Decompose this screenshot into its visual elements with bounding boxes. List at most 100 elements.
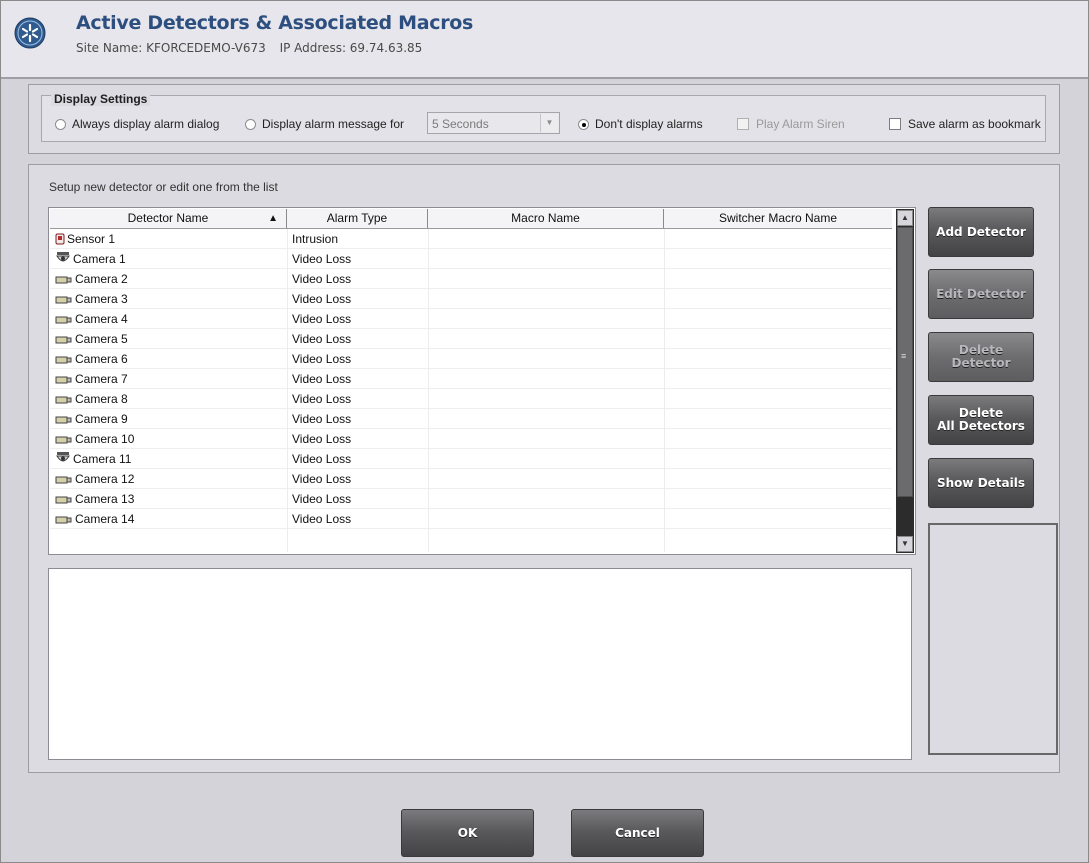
cell-detector-name: Camera 9 xyxy=(50,409,287,429)
display-settings-legend: Display Settings xyxy=(51,92,151,106)
show-details-button[interactable]: Show Details xyxy=(928,458,1034,508)
ip-address: IP Address: 69.74.63.85 xyxy=(279,41,423,55)
cell-detector-name: Camera 1 xyxy=(50,249,287,269)
edit-detector-button[interactable]: Edit Detector xyxy=(928,269,1034,319)
table-row[interactable]: Camera 3 Video Loss xyxy=(50,289,892,309)
camera-icon xyxy=(55,271,73,288)
sensor-icon xyxy=(55,231,65,248)
cell-macro-name xyxy=(428,349,664,369)
cancel-button[interactable]: Cancel xyxy=(571,809,704,857)
scroll-up-icon[interactable]: ▲ xyxy=(897,210,913,226)
table-row[interactable]: Camera 6 Video Loss xyxy=(50,349,892,369)
cell-alarm-type: Video Loss xyxy=(287,329,428,349)
delete-detector-button[interactable]: Delete Detector xyxy=(928,332,1034,382)
display-settings-panel: Display Settings Always display alarm di… xyxy=(28,84,1060,154)
column-header-macro-name[interactable]: Macro Name xyxy=(428,209,664,228)
cell-switcher-macro-name xyxy=(664,469,892,489)
cell-switcher-macro-name xyxy=(664,329,892,349)
cell-alarm-type: Intrusion xyxy=(287,229,428,249)
detector-name-text: Camera 1 xyxy=(73,252,126,266)
checkbox-label: Save alarm as bookmark xyxy=(908,117,1041,131)
cell-detector-name: Camera 14 xyxy=(50,509,287,529)
table-row[interactable]: Camera 7 Video Loss xyxy=(50,369,892,389)
detector-name-text: Camera 3 xyxy=(75,292,128,306)
chevron-down-icon[interactable]: ▼ xyxy=(540,114,558,132)
camera-icon xyxy=(55,471,73,488)
camera-icon xyxy=(55,291,73,308)
table-row[interactable]: Sensor 1 Intrusion xyxy=(50,229,892,249)
column-header-alarm-type[interactable]: Alarm Type xyxy=(287,209,428,228)
camera-icon xyxy=(55,331,73,348)
table-row[interactable]: Camera 12 Video Loss xyxy=(50,469,892,489)
detector-details-area[interactable] xyxy=(48,568,912,760)
cell-switcher-macro-name xyxy=(664,509,892,529)
table-row[interactable]: Camera 8 Video Loss xyxy=(50,389,892,409)
table-row[interactable]: Camera 9 Video Loss xyxy=(50,409,892,429)
cell-macro-name xyxy=(428,289,664,309)
setup-caption: Setup new detector or edit one from the … xyxy=(49,180,278,194)
checkbox-icon[interactable] xyxy=(889,118,901,130)
cell-detector-name: Camera 5 xyxy=(50,329,287,349)
column-header-switcher-macro-name[interactable]: Switcher Macro Name xyxy=(664,209,892,228)
delete-all-detectors-button[interactable]: Delete All Detectors xyxy=(928,395,1034,445)
cell-alarm-type: Video Loss xyxy=(287,489,428,509)
cell-macro-name xyxy=(428,249,664,269)
table-body: Sensor 1 Intrusion Camera 1 Video Loss Camer… xyxy=(50,229,892,552)
checkbox-save-alarm-bookmark[interactable]: Save alarm as bookmark xyxy=(889,117,1041,131)
detector-name-text: Camera 7 xyxy=(75,372,128,386)
dome-camera-icon xyxy=(55,451,71,468)
checkbox-play-alarm-siren[interactable]: Play Alarm Siren xyxy=(737,117,845,131)
checkbox-icon[interactable] xyxy=(737,118,749,130)
cell-detector-name: Camera 2 xyxy=(50,269,287,289)
radio-button-checked-icon[interactable] xyxy=(578,119,589,130)
ok-button[interactable]: OK xyxy=(401,809,534,857)
cell-switcher-macro-name xyxy=(664,309,892,329)
cell-alarm-type: Video Loss xyxy=(287,249,428,269)
app-logo-icon xyxy=(14,17,46,49)
column-header-detector-name[interactable]: Detector Name ▲ xyxy=(50,209,287,228)
table-row[interactable]: Camera 5 Video Loss xyxy=(50,329,892,349)
table-row[interactable]: Camera 2 Video Loss xyxy=(50,269,892,289)
detector-name-text: Camera 5 xyxy=(75,332,128,346)
radio-button-icon[interactable] xyxy=(245,119,256,130)
detector-table[interactable]: Detector Name ▲ Alarm Type Macro Name Sw… xyxy=(48,207,916,555)
detector-name-text: Camera 4 xyxy=(75,312,128,326)
camera-icon xyxy=(55,391,73,408)
cell-alarm-type: Video Loss xyxy=(287,309,428,329)
detector-name-text: Camera 13 xyxy=(75,492,135,506)
scroll-down-icon[interactable]: ▼ xyxy=(897,536,913,552)
cell-alarm-type: Video Loss xyxy=(287,469,428,489)
site-name: Site Name: KFORCEDEMO-V673 xyxy=(76,41,266,55)
table-row[interactable]: Camera 10 Video Loss xyxy=(50,429,892,449)
table-row[interactable]: Camera 11 Video Loss xyxy=(50,449,892,469)
detector-name-text: Camera 8 xyxy=(75,392,128,406)
column-divider xyxy=(428,229,429,552)
add-detector-button[interactable]: Add Detector xyxy=(928,207,1034,257)
button-label: Delete Detector xyxy=(951,343,1011,370)
table-vertical-scrollbar[interactable]: ▲ ≡ ▼ xyxy=(896,209,914,553)
scrollbar-thumb[interactable]: ≡ xyxy=(897,227,913,497)
detector-name-text: Camera 11 xyxy=(73,452,132,466)
camera-icon xyxy=(55,411,73,428)
table-row[interactable]: Camera 13 Video Loss xyxy=(50,489,892,509)
table-row[interactable]: Camera 1 Video Loss xyxy=(50,249,892,269)
detector-name-text: Camera 12 xyxy=(75,472,135,486)
radio-always-display-dialog[interactable]: Always display alarm dialog xyxy=(55,117,219,131)
radio-label: Always display alarm dialog xyxy=(72,117,220,131)
site-info: Site Name: KFORCEDEMO-V673 IP Address: 6… xyxy=(76,41,432,55)
radio-display-message-for[interactable]: Display alarm message for xyxy=(245,117,404,131)
cell-switcher-macro-name xyxy=(664,249,892,269)
cell-macro-name xyxy=(428,309,664,329)
table-row[interactable]: Camera 14 Video Loss xyxy=(50,509,892,529)
radio-dont-display-alarms[interactable]: Don't display alarms xyxy=(578,117,703,131)
table-row[interactable]: Camera 4 Video Loss xyxy=(50,309,892,329)
radio-button-icon[interactable] xyxy=(55,119,66,130)
detector-name-text: Camera 2 xyxy=(75,272,128,286)
radio-label: Don't display alarms xyxy=(595,117,703,131)
cell-macro-name xyxy=(428,449,664,469)
detector-name-text: Camera 14 xyxy=(75,512,135,526)
column-divider xyxy=(664,229,665,552)
camera-icon xyxy=(55,491,73,508)
duration-dropdown[interactable]: 5 Seconds ▼ xyxy=(427,112,560,134)
button-label: Edit Detector xyxy=(936,286,1026,301)
